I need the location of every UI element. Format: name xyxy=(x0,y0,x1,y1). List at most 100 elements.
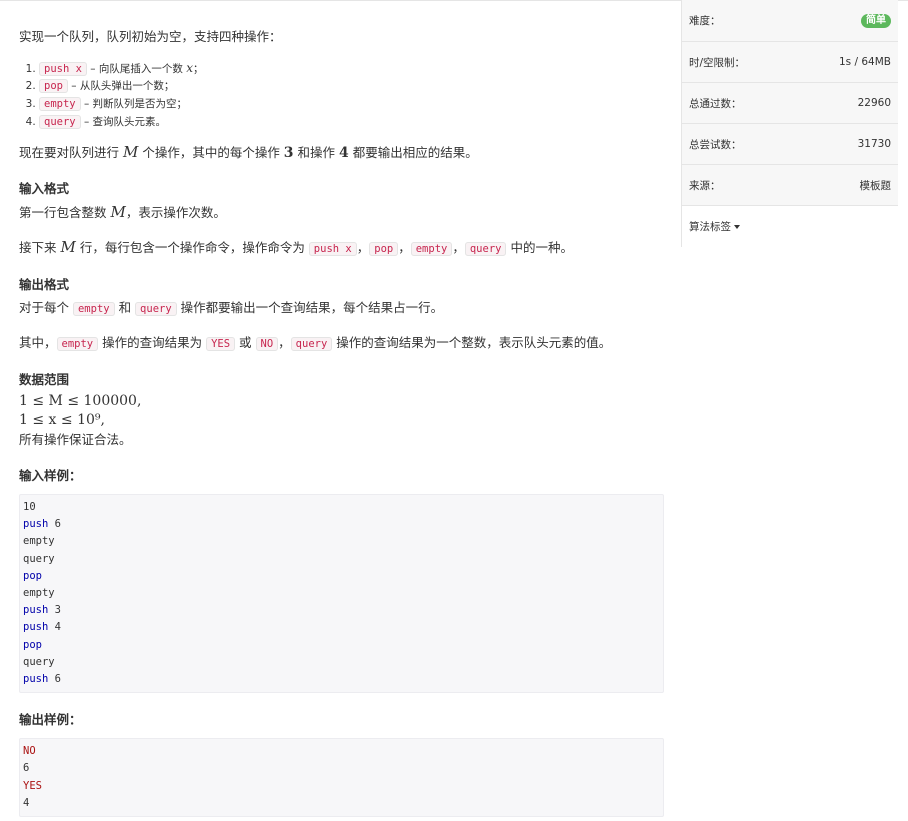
sample-keyword: push xyxy=(23,604,49,617)
text: 操作都要输出一个查询结果，每个结果占一行。 xyxy=(176,300,444,315)
sample-keyword: push xyxy=(23,621,49,634)
difficulty-row: 难度： 简单 xyxy=(682,0,898,42)
text: 接下来 xyxy=(19,240,61,255)
text: ， xyxy=(278,335,291,350)
sample-line: query xyxy=(23,655,55,668)
text: 对于每个 xyxy=(19,300,73,315)
math-x: x xyxy=(186,61,193,75)
text: 个操作，其中的每个操作 xyxy=(138,145,284,160)
cmd-code: empty xyxy=(410,242,453,256)
sample-line: push 6 xyxy=(23,518,61,531)
operation-item: push x – 向队尾插入一个数 x； xyxy=(39,59,664,77)
sample-line: empty xyxy=(23,587,55,600)
text: 都要输出相应的结果。 xyxy=(348,145,478,160)
cmd-code: empty xyxy=(56,337,99,351)
text: 第一行包含整数 xyxy=(19,205,111,220)
cmd-code: NO xyxy=(255,337,279,351)
op-desc: – 向队尾插入一个数 xyxy=(86,63,187,75)
cmd-code: query xyxy=(290,337,333,351)
cmd-code: YES xyxy=(206,337,236,351)
operation-item: empty – 判断队列是否为空； xyxy=(39,95,664,113)
cmd-code: query xyxy=(135,302,177,316)
sample-line: push 3 xyxy=(23,604,61,617)
caret-down-icon xyxy=(734,224,740,229)
op-desc: – 判断队列是否为空； xyxy=(80,98,188,110)
tried-value: 31730 xyxy=(857,138,891,150)
problem-intro: 实现一个队列，队列初始为空，支持四种操作： xyxy=(19,29,282,44)
operation-item: pop – 从队头弹出一个数； xyxy=(39,77,664,95)
source-value[interactable]: 模板题 xyxy=(860,178,892,193)
task-statement: 现在要对队列进行 M 个操作，其中的每个操作 3 和操作 4 都要输出相应的结果… xyxy=(19,141,664,164)
sample-keyword: push xyxy=(23,673,49,686)
tried-row: 总尝试数： 31730 xyxy=(682,124,898,165)
range-note: 所有操作保证合法。 xyxy=(19,432,132,447)
sample-line: empty xyxy=(23,535,55,548)
sample-line: 6 xyxy=(23,762,30,775)
difficulty-label: 难度： xyxy=(689,15,721,27)
algorithm-tags-toggle[interactable]: 算法标签 xyxy=(689,219,740,234)
op-code: empty xyxy=(39,97,81,111)
cmd-code: pop xyxy=(369,242,399,256)
data-range-heading: 数据范围 xyxy=(19,372,70,387)
text: 和操作 xyxy=(293,145,339,160)
tags-row[interactable]: 算法标签 xyxy=(682,206,898,246)
math-m: M xyxy=(60,238,76,256)
separator: ， xyxy=(398,240,411,255)
tags-label: 算法标签 xyxy=(689,220,731,233)
sample-output-heading: 输出样例： xyxy=(19,712,82,728)
passed-row: 总通过数： 22960 xyxy=(682,83,898,124)
sample-line: pop xyxy=(23,637,660,654)
op-code: query xyxy=(39,115,81,129)
sample-line: 10 xyxy=(23,501,36,513)
sample-output-block: NO 6 YES 4 xyxy=(19,738,664,818)
limit-value: 1s / 64MB xyxy=(839,56,891,68)
separator: ， xyxy=(356,240,370,255)
sample-input-block: 10 push 6 empty query pop empty push 3 push 4 po… xyxy=(19,494,664,694)
difficulty-badge: 简单 xyxy=(861,13,891,28)
cmd-code: empty xyxy=(72,302,115,316)
math-3: 3 xyxy=(283,145,294,161)
math-m: M xyxy=(110,203,126,221)
limit-row: 时/空限制： 1s / 64MB xyxy=(682,42,898,83)
sample-line: pop xyxy=(23,568,660,585)
op-code: push x xyxy=(39,62,87,76)
input-format-heading: 输入格式 xyxy=(19,181,70,196)
text: 或 xyxy=(235,335,256,350)
math-m: M xyxy=(122,143,139,161)
source-label: 来源： xyxy=(689,179,721,192)
op-desc-end: ； xyxy=(192,63,204,75)
text: 其中， xyxy=(19,335,57,350)
cmd-code: query xyxy=(464,242,507,256)
sample-line: YES xyxy=(23,778,660,795)
output-format-heading: 输出格式 xyxy=(19,277,70,292)
text: 行，每行包含一个操作命令，操作命令为 xyxy=(75,240,309,255)
problem-info-sidebar: 难度： 简单 时/空限制： 1s / 64MB 总通过数： 22960 总尝试数… xyxy=(681,0,898,247)
text: 操作的查询结果为一个整数，表示队头元素的值。 xyxy=(332,335,612,350)
passed-value: 22960 xyxy=(857,97,891,109)
operation-list: push x – 向队尾插入一个数 x； pop – 从队头弹出一个数； emp… xyxy=(19,59,664,131)
sample-line: push 4 xyxy=(23,621,61,634)
input-format-line2: 接下来 M 行，每行包含一个操作命令，操作命令为 push x， pop， empt… xyxy=(19,236,664,260)
limit-label: 时/空限制： xyxy=(689,56,746,69)
sample-line: push 6 xyxy=(23,673,61,686)
input-format-line1: 第一行包含整数 M，表示操作次数。 xyxy=(19,201,664,224)
sample-line: 4 xyxy=(23,796,30,809)
sample-string: YES xyxy=(23,779,42,792)
separator: ， xyxy=(452,240,465,255)
range-m: 1 ≤ M ≤ 100000, xyxy=(19,393,142,409)
text: 操作的查询结果为 xyxy=(98,335,207,350)
problem-content: 实现一个队列，队列初始为空，支持四种操作： push x – 向队尾插入一个数 … xyxy=(19,14,664,818)
sample-line: query xyxy=(23,552,55,565)
op-code: pop xyxy=(39,79,68,93)
op-desc: – 从队头弹出一个数； xyxy=(67,80,175,92)
text: 现在要对队列进行 xyxy=(19,145,123,160)
tried-label: 总尝试数： xyxy=(689,138,742,151)
sample-keyword: push xyxy=(23,518,49,531)
sample-keyword: pop xyxy=(23,569,42,582)
range-x: 1 ≤ x ≤ 10⁹, xyxy=(19,412,105,428)
operation-item: query – 查询队头元素。 xyxy=(39,113,664,131)
sample-line: NO xyxy=(23,743,660,760)
passed-label: 总通过数： xyxy=(689,97,742,110)
op-desc: – 查询队头元素。 xyxy=(80,116,167,128)
sample-string: NO xyxy=(23,745,36,758)
